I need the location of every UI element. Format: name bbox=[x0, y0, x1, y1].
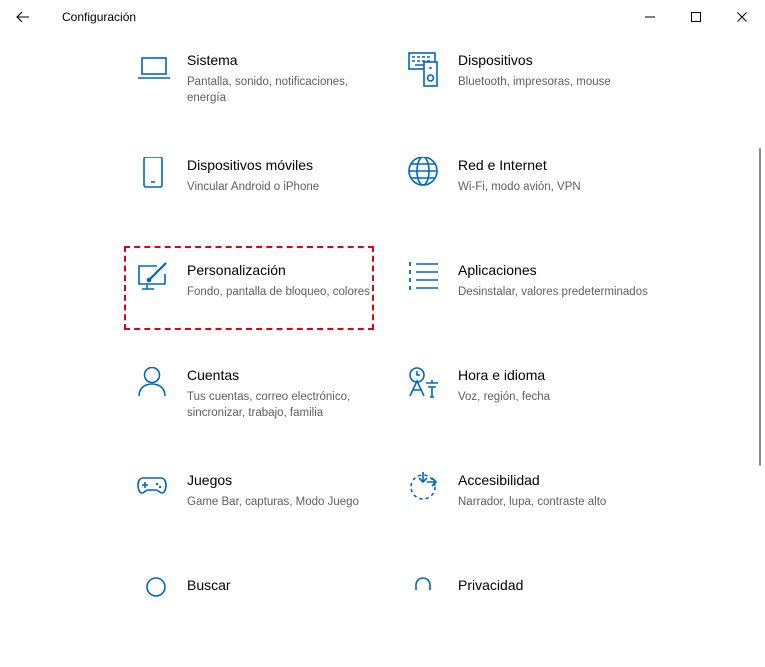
devices-icon bbox=[408, 52, 438, 87]
language-icon bbox=[409, 367, 438, 398]
category-description: Tus cuentas, correo electrónico, sincron… bbox=[187, 391, 351, 419]
category-name: Aplicaciones bbox=[458, 262, 537, 278]
category-description: Voz, región, fecha bbox=[458, 391, 551, 403]
category-privacidad[interactable]: Privacidad bbox=[408, 577, 658, 667]
close-icon bbox=[737, 12, 747, 22]
category-juegos[interactable]: Juegos Game Bar, capturas, Modo Juego bbox=[137, 472, 387, 562]
accessibility-icon bbox=[410, 472, 438, 500]
category-name: Sistema bbox=[187, 52, 238, 68]
globe-icon bbox=[408, 157, 438, 186]
category-buscar[interactable]: Buscar bbox=[137, 577, 387, 667]
category-aplicaciones[interactable]: Aplicaciones Desinstalar, valores predet… bbox=[408, 262, 658, 352]
lock-icon bbox=[415, 577, 431, 590]
category-red-internet[interactable]: Red e Internet Wi-Fi, modo avión, VPN bbox=[408, 157, 658, 247]
category-hora-idioma[interactable]: Hora e idioma Voz, región, fecha bbox=[408, 367, 658, 457]
category-dispositivos[interactable]: Dispositivos Bluetooth, impresoras, mous… bbox=[408, 52, 658, 142]
category-name: Dispositivos bbox=[458, 52, 533, 68]
category-name: Juegos bbox=[187, 472, 233, 488]
category-description: Pantalla, sonido, notificaciones, energí… bbox=[187, 76, 349, 104]
category-accesibilidad[interactable]: Accesibilidad Narrador, lupa, contraste … bbox=[408, 472, 658, 562]
category-name: Accesibilidad bbox=[458, 472, 540, 488]
minimize-button[interactable] bbox=[635, 4, 665, 30]
category-name: Red e Internet bbox=[458, 157, 547, 173]
apps-list-icon bbox=[409, 262, 438, 290]
maximize-icon bbox=[691, 12, 701, 22]
category-description: Wi-Fi, modo avión, VPN bbox=[458, 181, 581, 193]
window-title: Configuración bbox=[62, 10, 137, 24]
category-description: Narrador, lupa, contraste alto bbox=[458, 496, 607, 508]
search-icon bbox=[146, 577, 166, 597]
category-name: Cuentas bbox=[187, 367, 240, 383]
person-icon bbox=[138, 367, 166, 397]
phone-icon bbox=[143, 157, 163, 188]
category-name: Hora e idioma bbox=[458, 367, 546, 383]
laptop-icon bbox=[138, 57, 170, 79]
category-dispositivos-moviles[interactable]: Dispositivos móviles Vincular Android o … bbox=[137, 157, 387, 247]
highlight-box bbox=[124, 246, 374, 330]
back-button[interactable] bbox=[10, 4, 36, 30]
title-bar: Configuración bbox=[0, 0, 765, 34]
category-name: Privacidad bbox=[458, 577, 524, 593]
scrollbar[interactable] bbox=[759, 148, 761, 466]
maximize-button[interactable] bbox=[681, 4, 711, 30]
category-name: Buscar bbox=[187, 577, 231, 593]
gamepad-icon bbox=[137, 477, 167, 494]
category-description: Desinstalar, valores predeterminados bbox=[458, 286, 648, 298]
category-sistema[interactable]: Sistema Pantalla, sonido, notificaciones… bbox=[137, 52, 387, 142]
close-button[interactable] bbox=[727, 4, 757, 30]
arrow-left-icon bbox=[16, 11, 29, 23]
minimize-icon bbox=[645, 16, 655, 18]
category-description: Game Bar, capturas, Modo Juego bbox=[187, 496, 359, 508]
category-description: Vincular Android o iPhone bbox=[187, 181, 320, 193]
category-cuentas[interactable]: Cuentas Tus cuentas, correo electrónico,… bbox=[137, 367, 387, 457]
category-name: Dispositivos móviles bbox=[187, 157, 314, 173]
category-description: Bluetooth, impresoras, mouse bbox=[458, 76, 611, 88]
